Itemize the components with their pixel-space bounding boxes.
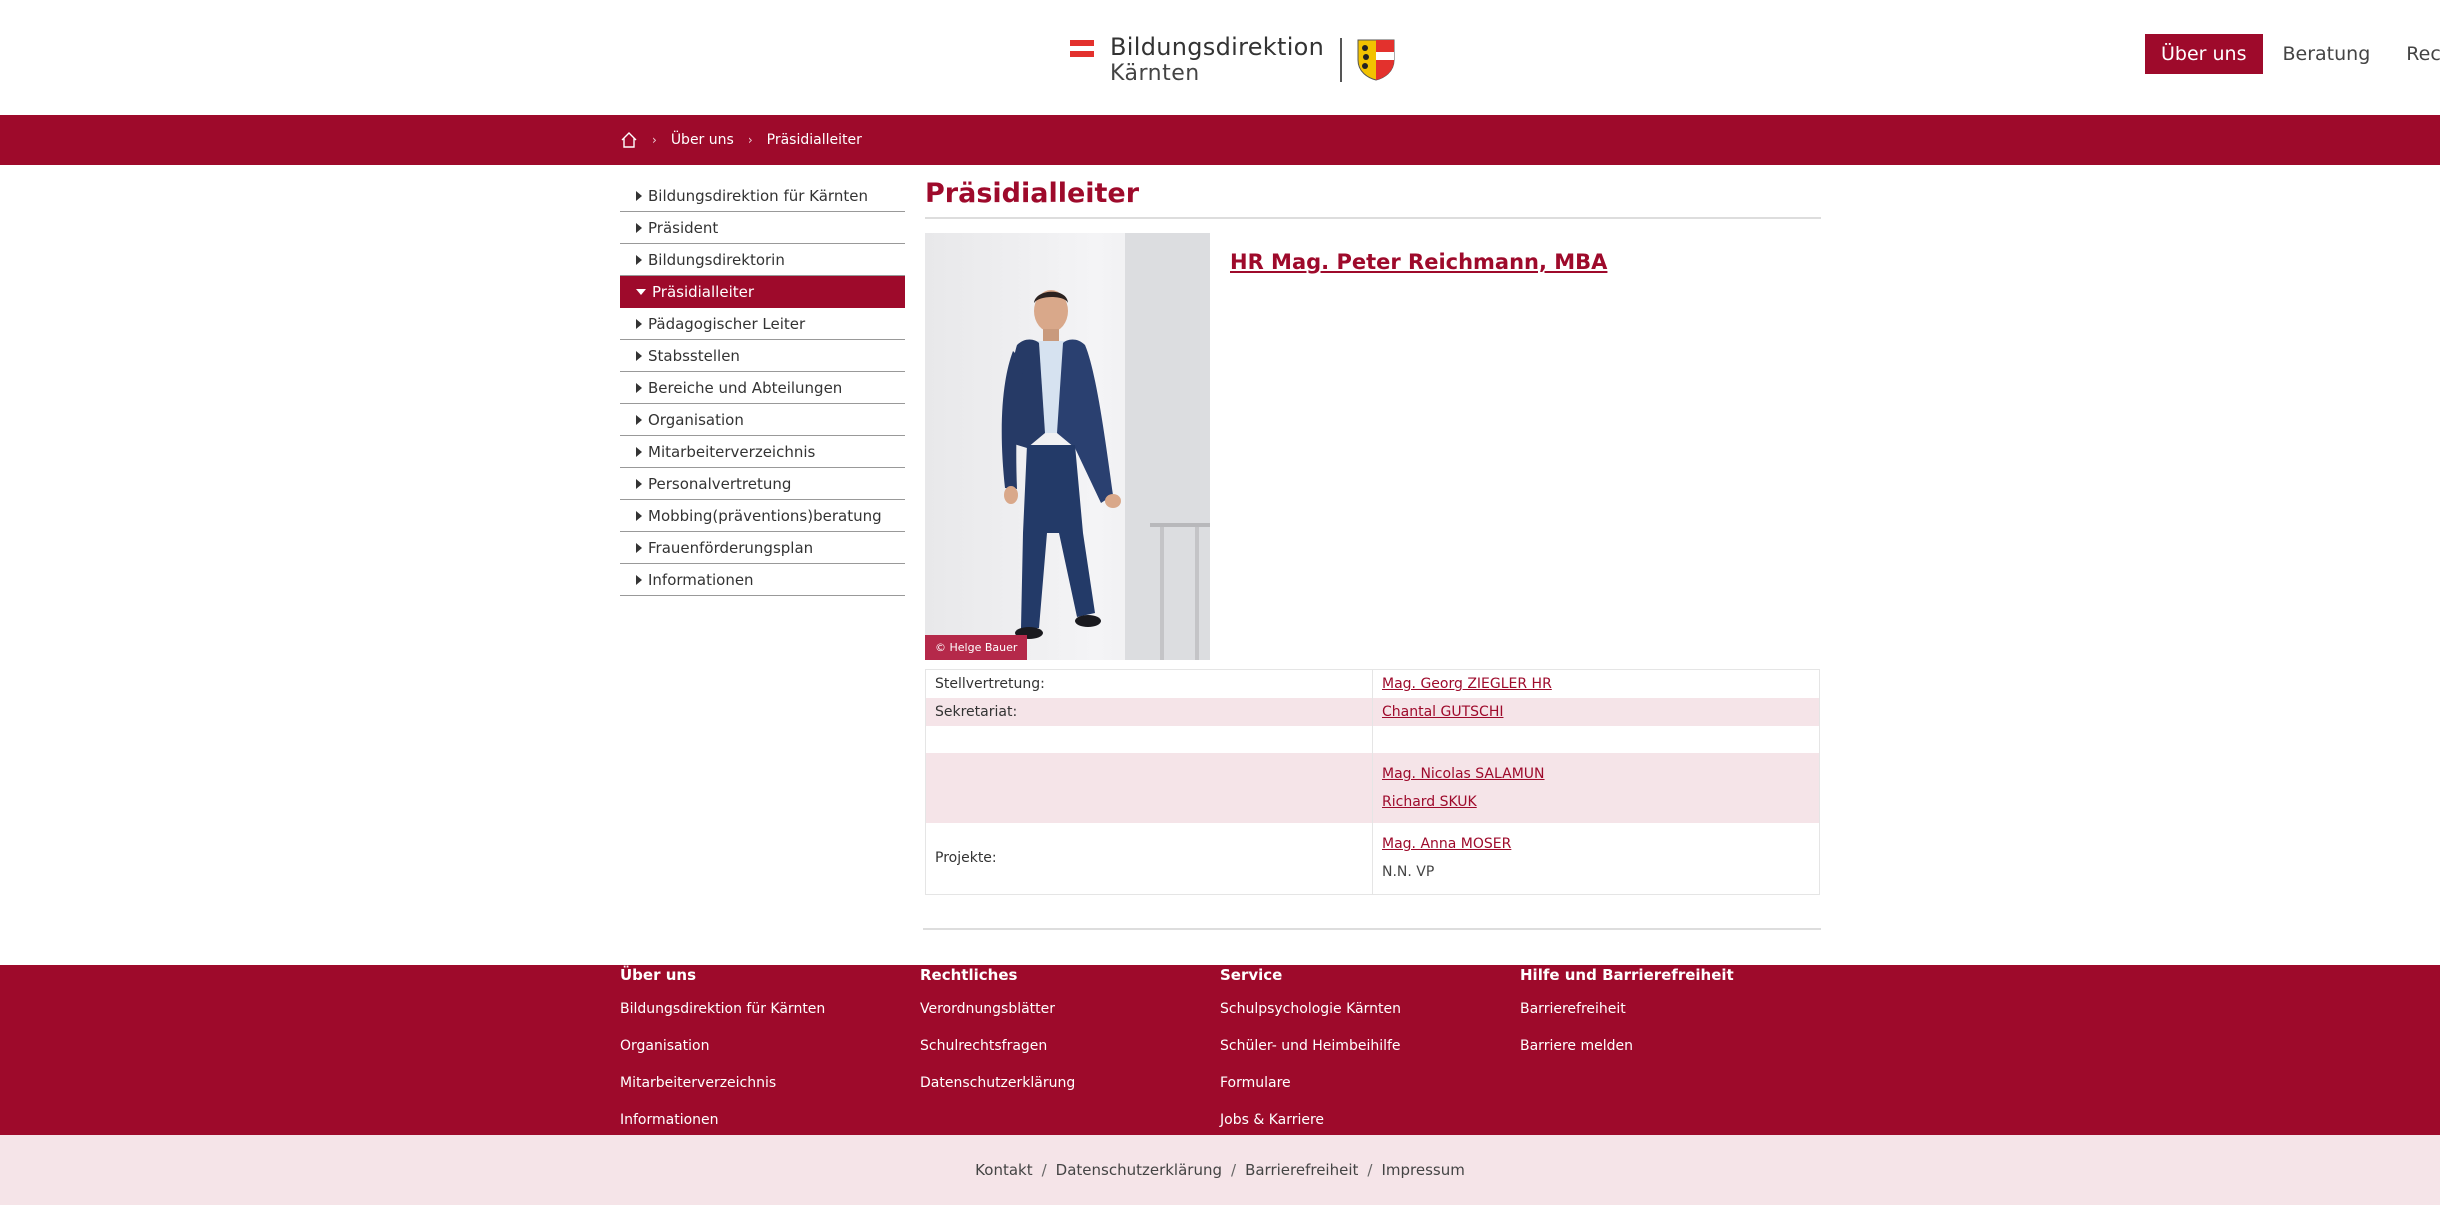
breadcrumb-ueber-uns[interactable]: Über uns [671,132,734,148]
project-text: N.N. VP [1382,864,1435,881]
footer-column-ueber-uns: Über uns Bildungsdirektion für Kärnten O… [620,965,825,1146]
footer-link[interactable]: Barrierefreiheit [1520,998,1734,1035]
person-photo-illustration [1001,233,1210,660]
triangle-right-icon [636,510,642,521]
footer-link[interactable]: Formulare [1220,1072,1401,1109]
footer-column-hilfe: Hilfe und Barrierefreiheit Barrierefreih… [1520,965,1734,1072]
footer-link[interactable]: Organisation [620,1035,825,1072]
photo-credit: © Helge Bauer [925,635,1028,660]
breadcrumb: › Über uns › Präsidialleiter [620,115,862,165]
site-logo[interactable]: Bildungsdirektion Kärnten [1070,32,1396,87]
secretariat-link[interactable]: Chantal GUTSCHI [1382,698,1810,726]
breadcrumb-separator-icon: › [747,133,753,147]
footer-heading: Hilfe und Barrierefreiheit [1520,966,1734,984]
contact-table: Stellvertretung: Mag. Georg ZIEGLER HR S… [925,669,1820,895]
triangle-right-icon [636,446,642,457]
footer-link[interactable]: Schüler- und Heimbeihilfe [1220,1035,1401,1072]
footer-link-barrierefreiheit[interactable]: Barrierefreiheit [1245,1161,1358,1179]
sidebar-item-mitarbeiterverzeichnis[interactable]: Mitarbeiterverzeichnis [620,436,905,468]
footer-heading: Über uns [620,966,696,984]
triangle-right-icon [636,382,642,393]
page-title: Präsidialleiter [925,178,1821,219]
table-row: Projekte: Mag. Anna MOSER N.N. VP [925,823,1820,894]
triangle-right-icon [636,350,642,361]
sidebar-item-frauenfoerderungsplan[interactable]: Frauenförderungsplan [620,532,905,564]
triangle-right-icon [636,254,642,265]
triangle-right-icon [636,542,642,553]
triangle-right-icon [636,478,642,489]
sidebar-item-informationen[interactable]: Informationen [620,564,905,596]
logo-divider [1340,38,1343,82]
footer-link[interactable]: Bildungsdirektion für Kärnten [620,998,825,1035]
footer-link[interactable]: Barriere melden [1520,1035,1734,1072]
staff-link-salamun[interactable]: Mag. Nicolas SALAMUN [1382,760,1810,788]
sidebar-item-praesidialleiter[interactable]: Präsidialleiter [620,276,905,308]
sidebar-item-bereiche[interactable]: Bereiche und Abteilungen [620,372,905,404]
breadcrumb-current: Präsidialleiter [766,132,862,148]
sidebar-item-mobbingberatung[interactable]: Mobbing(präventions)beratung [620,500,905,532]
triangle-right-icon [636,318,642,329]
footer-link[interactable]: Verordnungsblätter [920,998,1075,1035]
site-header: Bildungsdirektion Kärnten Über uns Berat… [0,0,2440,115]
triangle-right-icon [636,190,642,201]
footer-link[interactable]: Schulpsychologie Kärnten [1220,998,1401,1035]
sidebar-item-personalvertretung[interactable]: Personalvertretung [620,468,905,500]
breadcrumb-separator-icon: › [652,133,657,147]
project-link-moser[interactable]: Mag. Anna MOSER [1382,830,1810,858]
triangle-down-icon [636,288,646,295]
profile-section: © Helge Bauer HR Mag. Peter Reichmann, M… [925,233,1821,660]
triangle-right-icon [636,222,642,233]
table-row: Sekretariat: Chantal GUTSCHI [925,698,1820,726]
logo-title: Bildungsdirektion [1110,32,1325,61]
footer-link-impressum[interactable]: Impressum [1381,1161,1464,1179]
sidebar-navigation: Bildungsdirektion für Kärnten Präsident … [620,180,905,596]
sidebar-item-praesident[interactable]: Präsident [620,212,905,244]
sidebar-item-stabsstellen[interactable]: Stabsstellen [620,340,905,372]
row-label [925,726,1373,753]
logo-subtitle: Kärnten [1110,61,1200,87]
sub-footer: Kontakt / Datenschutzerklärung / Barrier… [0,1135,2440,1205]
nav-beratung[interactable]: Beratung [2267,34,2387,74]
footer-link[interactable]: Schulrechtsfragen [920,1035,1075,1072]
footer-link[interactable]: Datenschutzerklärung [920,1072,1075,1109]
site-footer: Über uns Bildungsdirektion für Kärnten O… [0,965,2440,1135]
row-label: Projekte: [925,823,1373,894]
sidebar-item-bildungsdirektion[interactable]: Bildungsdirektion für Kärnten [620,180,905,212]
main-content: Präsidialleiter © Helge Bauer HR Mag. Pe… [925,178,1821,895]
austria-flag-icon [1070,40,1094,58]
footer-link-kontakt[interactable]: Kontakt [975,1161,1032,1179]
table-row: Stellvertretung: Mag. Georg ZIEGLER HR [925,669,1820,698]
footer-link-datenschutz[interactable]: Datenschutzerklärung [1056,1161,1222,1179]
nav-ueber-uns[interactable]: Über uns [2145,34,2263,74]
triangle-right-icon [636,574,642,585]
row-label [925,753,1373,823]
content-divider [923,928,1821,930]
home-icon[interactable] [620,131,638,149]
staff-link-skuk[interactable]: Richard SKUK [1382,788,1810,816]
sidebar-item-bildungsdirektorin[interactable]: Bildungsdirektorin [620,244,905,276]
table-row: Mag. Nicolas SALAMUN Richard SKUK [925,753,1820,823]
table-row [925,726,1820,753]
footer-column-rechtliches: Rechtliches Verordnungsblätter Schulrech… [920,965,1075,1109]
row-label: Stellvertretung: [925,669,1373,698]
footer-column-service: Service Schulpsychologie Kärnten Schüler… [1220,965,1401,1146]
row-label: Sekretariat: [925,698,1373,726]
footer-heading: Service [1220,966,1283,984]
main-navigation: Über uns Beratung Rechtliche [2145,34,2440,74]
profile-photo: © Helge Bauer [925,233,1210,660]
sidebar-item-organisation[interactable]: Organisation [620,404,905,436]
sidebar-item-paedagogischer-leiter[interactable]: Pädagogischer Leiter [620,308,905,340]
nav-rechtliches[interactable]: Rechtliche [2390,34,2440,74]
person-name-link[interactable]: HR Mag. Peter Reichmann, MBA [1230,250,1607,274]
footer-heading: Rechtliches [920,966,1018,984]
footer-link[interactable]: Mitarbeiterverzeichnis [620,1072,825,1109]
triangle-right-icon [636,414,642,425]
deputy-link[interactable]: Mag. Georg ZIEGLER HR [1382,670,1810,698]
breadcrumb-bar: › Über uns › Präsidialleiter [0,115,2440,165]
carinthia-crest-icon [1357,39,1395,81]
